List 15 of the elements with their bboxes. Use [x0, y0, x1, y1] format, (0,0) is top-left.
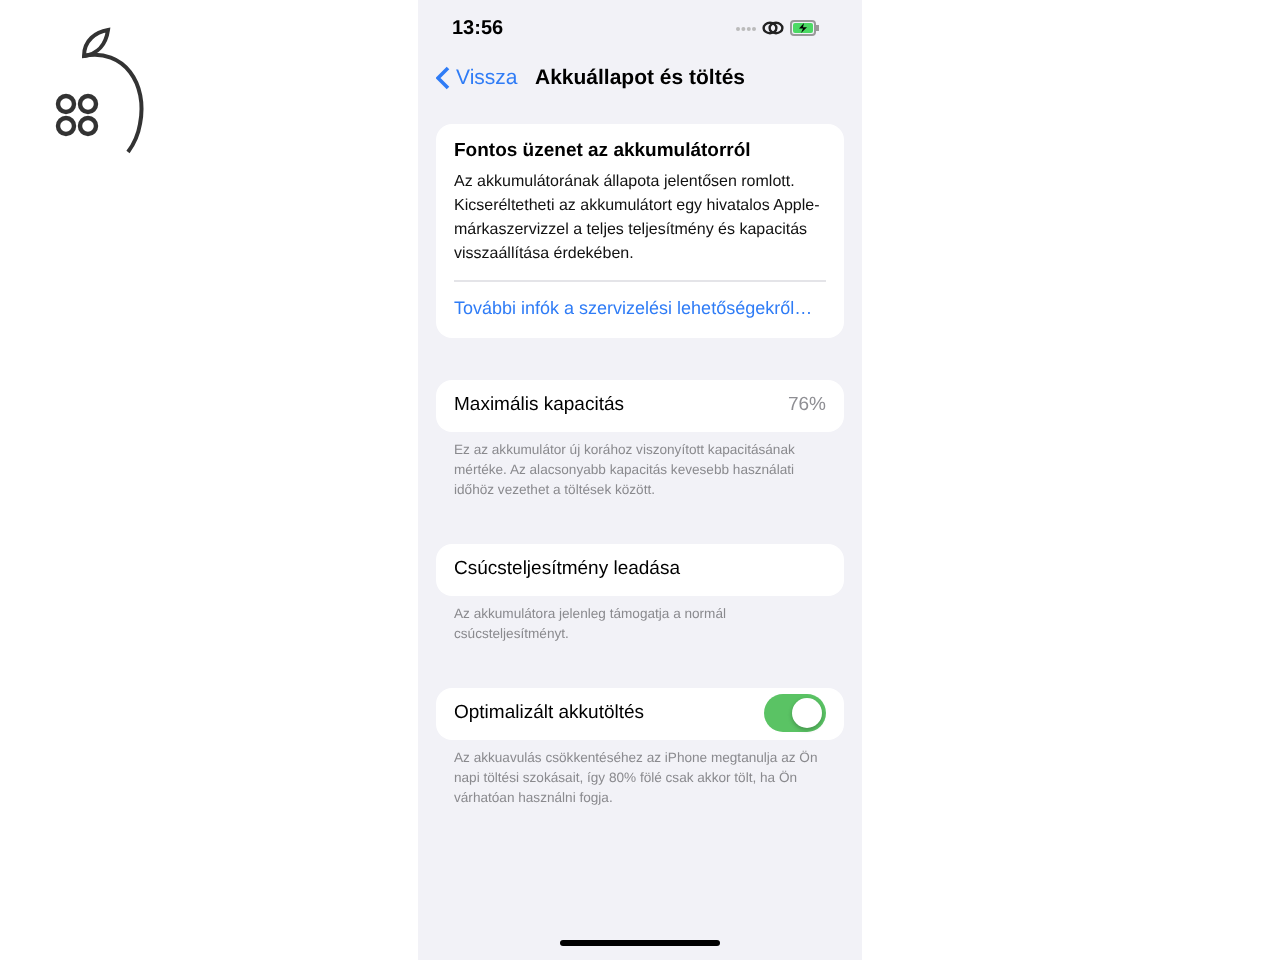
- status-time: 13:56: [452, 17, 504, 39]
- signal-icon: [736, 25, 756, 31]
- row-label: Maximális kapacitás: [454, 394, 624, 416]
- chevron-left-icon: [436, 66, 450, 90]
- row-label: Optimalizált akkutöltés: [454, 702, 645, 724]
- page-title: Akkuállapot és töltés: [534, 66, 746, 90]
- row-value: 76%: [787, 394, 826, 416]
- link-icon: [762, 20, 784, 36]
- toggle-switch[interactable]: [764, 694, 826, 732]
- back-button[interactable]: Vissza: [436, 66, 518, 90]
- message-title: Fontos üzenet az akkumulátorról: [454, 140, 753, 162]
- row-label: Csúcsteljesítmény leadása: [454, 558, 680, 580]
- service-link[interactable]: További infók a szervizelési lehetőségekről…: [454, 296, 826, 321]
- battery-charging-icon: [790, 20, 820, 36]
- message-body: Az akkumulátorának állapota jelentősen romlott. Kicseréltetheti az akkumulátort egy hivatalos Apple-márkaszervizzel a teljes teljesítmény és kapacitás visszaállítása érdekében.: [454, 170, 826, 282]
